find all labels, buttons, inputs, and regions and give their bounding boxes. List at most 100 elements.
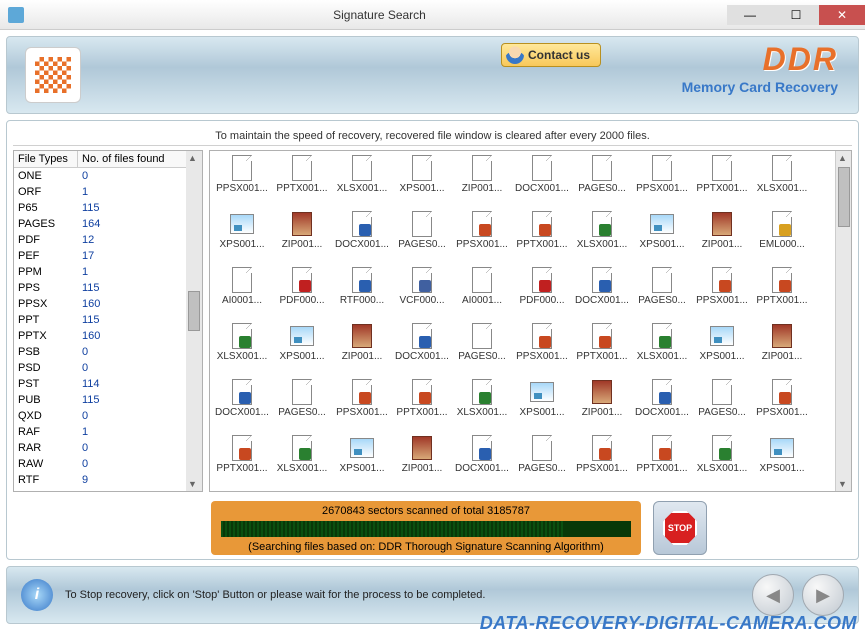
table-row[interactable]: RAF1 [14,424,186,440]
file-item[interactable]: PAGES0... [452,321,512,377]
file-item[interactable]: PPTX001... [392,377,452,433]
file-item[interactable]: XLSX001... [452,377,512,433]
table-row[interactable]: PSD0 [14,360,186,376]
table-row[interactable]: PDF12 [14,232,186,248]
file-icon [648,155,676,183]
file-item[interactable]: ZIP001... [332,321,392,377]
table-row[interactable]: P65115 [14,200,186,216]
brand-subtitle: Memory Card Recovery [682,79,838,95]
stop-icon: STOP [663,511,697,545]
file-item[interactable]: PPSX001... [572,433,632,489]
file-item[interactable]: PAGES0... [692,377,752,433]
file-item[interactable]: AI0001... [452,265,512,321]
file-item[interactable]: PPTX001... [272,153,332,209]
table-row[interactable]: PST114 [14,376,186,392]
file-item[interactable]: EML000... [752,209,812,265]
file-item[interactable]: PAGES0... [272,377,332,433]
file-item[interactable]: PPSX001... [692,265,752,321]
stop-button[interactable]: STOP [653,501,707,555]
file-item[interactable]: PDF000... [512,265,572,321]
file-label: XLSX001... [337,183,388,194]
table-row[interactable]: PPM1 [14,264,186,280]
file-item[interactable]: PPSX001... [332,377,392,433]
file-item[interactable]: XLSX001... [572,209,632,265]
file-item[interactable]: PPTX001... [572,321,632,377]
file-item[interactable]: RTF000... [332,265,392,321]
file-item[interactable]: ZIP001... [392,433,452,489]
file-item[interactable]: DOCX001... [212,377,272,433]
back-button[interactable]: ◀ [752,574,794,616]
minimize-button[interactable]: — [727,5,773,25]
table-row[interactable]: PPT115 [14,312,186,328]
file-item[interactable]: PPSX001... [752,377,812,433]
file-item[interactable]: DOCX001... [512,153,572,209]
file-item[interactable]: PPSX001... [632,153,692,209]
table-row[interactable]: PSB0 [14,344,186,360]
close-button[interactable]: ✕ [819,5,865,25]
file-icon [708,323,736,351]
file-item[interactable]: XLSX001... [632,321,692,377]
file-icon [708,379,736,407]
file-item[interactable]: DOCX001... [332,209,392,265]
file-item[interactable]: PAGES0... [512,433,572,489]
file-item[interactable]: DOCX001... [392,321,452,377]
right-scrollbar[interactable] [835,151,851,491]
file-item[interactable]: PPSX001... [452,209,512,265]
file-item[interactable]: XLSX001... [212,321,272,377]
table-row[interactable]: PPTX160 [14,328,186,344]
file-item[interactable]: ZIP001... [572,377,632,433]
file-item[interactable]: PPTX001... [752,265,812,321]
file-item[interactable]: PPTX001... [692,153,752,209]
file-item[interactable]: XPS001... [752,433,812,489]
file-item[interactable]: PAGES0... [572,153,632,209]
table-row[interactable]: ONE0 [14,168,186,184]
file-item[interactable]: PDF000... [272,265,332,321]
file-item[interactable]: XLSX001... [272,433,332,489]
maximize-button[interactable]: ☐ [773,5,819,25]
file-item[interactable]: PPSX001... [512,321,572,377]
file-item[interactable]: PPSX001... [212,153,272,209]
table-row[interactable]: PUB115 [14,392,186,408]
file-item[interactable]: DOCX001... [452,433,512,489]
file-icon [468,211,496,239]
file-item[interactable]: DOCX001... [632,377,692,433]
file-item[interactable]: XLSX001... [752,153,812,209]
file-item[interactable]: ZIP001... [452,153,512,209]
file-item[interactable]: ZIP001... [692,209,752,265]
file-item[interactable]: XPS001... [332,433,392,489]
col-files-found[interactable]: No. of files found [78,151,186,167]
left-scrollbar[interactable] [186,151,202,491]
table-row[interactable]: PEF17 [14,248,186,264]
table-row[interactable]: PAGES164 [14,216,186,232]
col-file-types[interactable]: File Types [14,151,78,167]
table-row[interactable]: QXD0 [14,408,186,424]
table-row[interactable]: RAR0 [14,440,186,456]
file-item[interactable]: PPTX001... [632,433,692,489]
table-row[interactable]: PPSX160 [14,296,186,312]
file-item[interactable]: PAGES0... [392,209,452,265]
file-item[interactable]: XLSX001... [692,433,752,489]
table-row[interactable]: RW21 [14,488,186,491]
table-row[interactable]: RAW0 [14,456,186,472]
file-item[interactable]: PPTX001... [512,209,572,265]
file-item[interactable]: VCF000... [392,265,452,321]
file-item[interactable]: XPS001... [272,321,332,377]
file-item[interactable]: XPS001... [512,377,572,433]
file-item[interactable]: AI0001... [212,265,272,321]
file-item[interactable]: ZIP001... [752,321,812,377]
file-item[interactable]: ZIP001... [272,209,332,265]
file-item[interactable]: PAGES0... [632,265,692,321]
file-item[interactable]: XPS001... [632,209,692,265]
next-button[interactable]: ▶ [802,574,844,616]
file-item[interactable]: PPTX001... [212,433,272,489]
file-item[interactable]: XPS001... [392,153,452,209]
file-item[interactable]: XPS001... [212,209,272,265]
contact-us-button[interactable]: Contact us [501,43,601,67]
table-row[interactable]: PPS115 [14,280,186,296]
file-item[interactable]: XLSX001... [332,153,392,209]
table-row[interactable]: RTF9 [14,472,186,488]
table-row[interactable]: ORF1 [14,184,186,200]
file-label: DOCX001... [515,183,569,194]
file-item[interactable]: XPS001... [692,321,752,377]
file-item[interactable]: DOCX001... [572,265,632,321]
